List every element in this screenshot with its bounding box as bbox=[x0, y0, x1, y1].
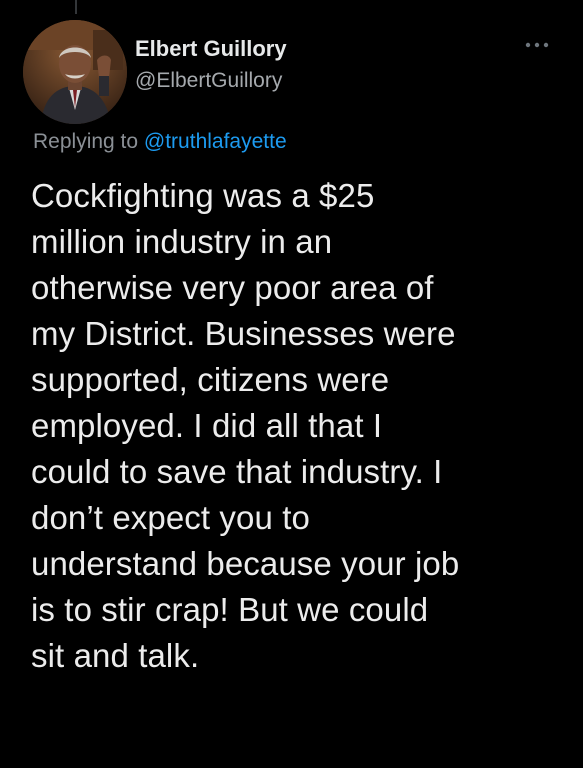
replying-to-mention-link[interactable]: @truthlafayette bbox=[144, 130, 287, 153]
user-photo-avatar-icon bbox=[23, 20, 127, 124]
author-block: Elbert Guillory @ElbertGuillory bbox=[135, 36, 287, 94]
avatar[interactable] bbox=[23, 20, 127, 124]
thread-connector-line bbox=[75, 0, 77, 14]
replying-to-label: Replying to bbox=[33, 130, 144, 153]
author-display-name[interactable]: Elbert Guillory bbox=[135, 36, 287, 62]
author-handle[interactable]: @ElbertGuillory bbox=[135, 68, 287, 94]
tweet-text: Cockfighting was a $25 million industry … bbox=[31, 177, 460, 674]
more-options-icon[interactable] bbox=[524, 40, 550, 50]
replying-to-line: Replying to @truthlafayette bbox=[33, 128, 287, 156]
